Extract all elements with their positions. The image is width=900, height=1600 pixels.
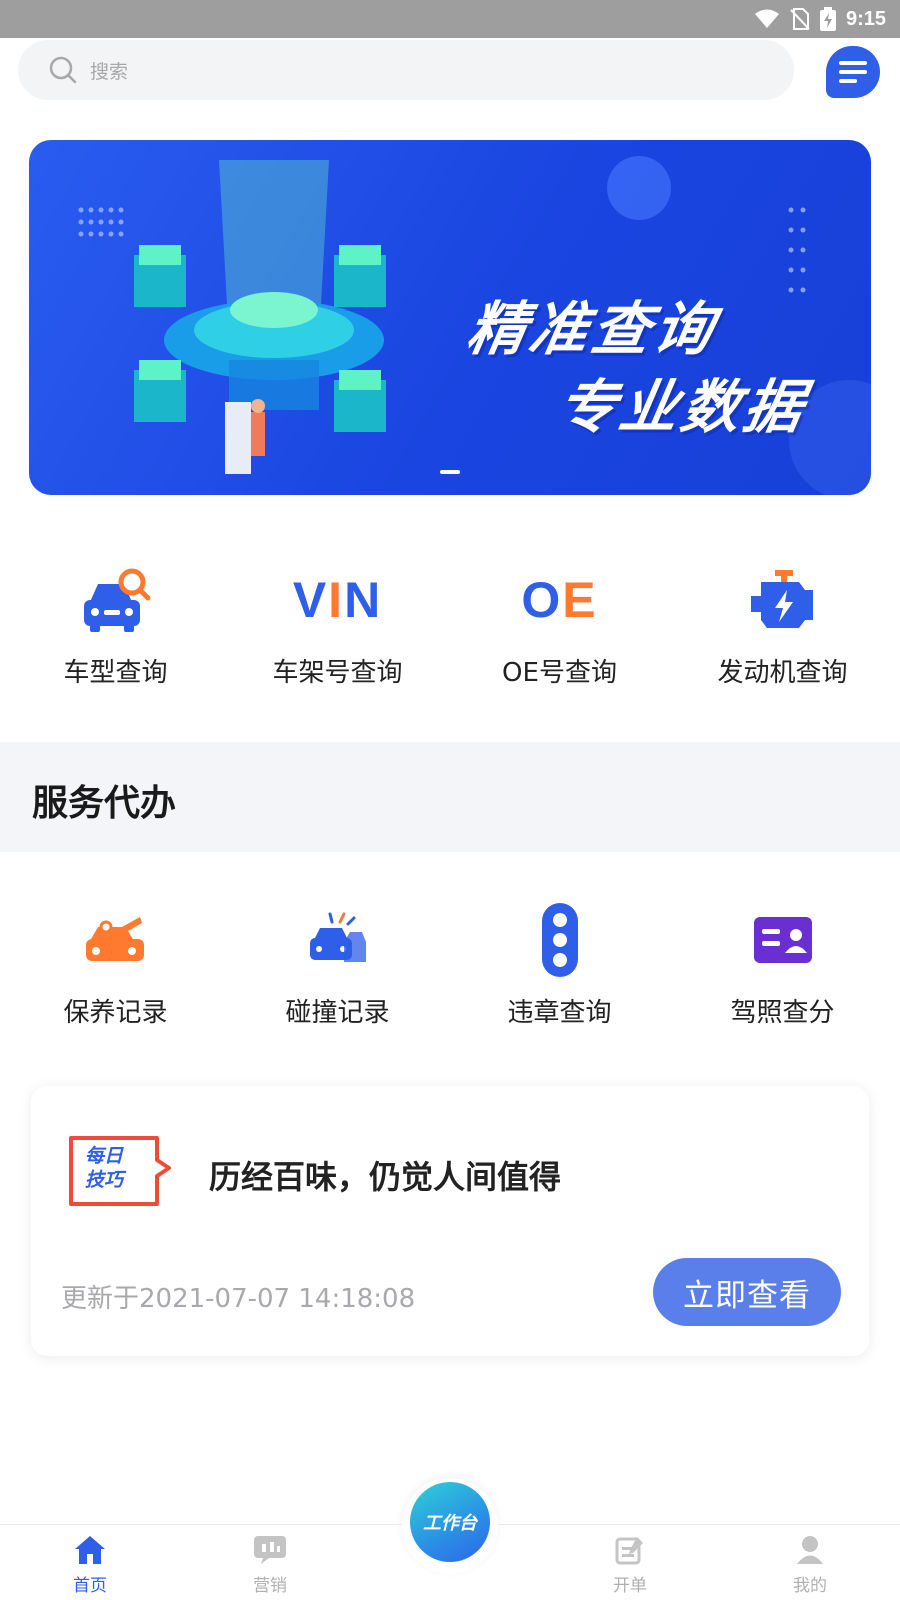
service-maintenance[interactable]: 保养记录 (3, 900, 228, 1029)
services-grid: 保养记录 碰撞记录 违章查询 驾照查分 (0, 900, 900, 1030)
car-search-icon (83, 568, 150, 632)
traffic-light-icon (541, 903, 578, 977)
search-row: 搜索 (0, 38, 900, 108)
daily-tip-updated: 更新于2021-07-07 14:18:08 (61, 1284, 416, 1314)
badge-line1: 每日 (85, 1145, 124, 1167)
wifi-icon (754, 9, 779, 28)
service-license-points[interactable]: 驾照查分 (670, 900, 895, 1029)
tab-label: 首页 (73, 1576, 107, 1596)
quick-label: 车型查询 (63, 658, 168, 688)
workbench-button-wrap: 工作台 (402, 1478, 498, 1574)
quick-vin[interactable]: VIN 车架号查询 (225, 560, 450, 689)
status-time: 9:15 (845, 7, 886, 30)
service-label: 保养记录 (63, 998, 168, 1028)
license-card-icon (753, 917, 812, 963)
quick-label: 发动机查询 (717, 658, 848, 688)
marketing-icon (254, 1536, 286, 1564)
tab-label: 开单 (613, 1576, 647, 1596)
badge-line2: 技巧 (85, 1169, 124, 1191)
tab-profile[interactable]: 我的 (770, 1531, 850, 1596)
carousel-indicator (440, 470, 460, 474)
create-order-icon (615, 1537, 643, 1565)
car-maintenance-icon (85, 917, 144, 961)
service-violations[interactable]: 违章查询 (447, 900, 672, 1029)
services-section-header: 服务代办 (0, 742, 900, 852)
quick-label: OE号查询 (502, 658, 617, 688)
quick-car-model[interactable]: 车型查询 (3, 560, 228, 689)
engine-icon (750, 570, 813, 628)
tab-create-order[interactable]: 开单 (590, 1531, 670, 1596)
banner-slogan-line2: 专业数据 (552, 375, 812, 440)
workbench-button[interactable]: 工作台 (410, 1482, 490, 1562)
vin-icon: VIN (292, 572, 383, 628)
services-title: 服务代办 (32, 783, 177, 824)
search-placeholder: 搜索 (90, 60, 129, 83)
oe-icon: OE (521, 572, 598, 628)
tab-marketing[interactable]: 营销 (230, 1531, 310, 1596)
banner-slogan-line1: 精准查询 (462, 297, 722, 362)
home-icon (75, 1536, 105, 1564)
daily-tip-title: 历经百味，仍觉人间值得 (209, 1158, 562, 1196)
tab-label: 营销 (253, 1576, 287, 1596)
view-now-button[interactable]: 立即查看 (653, 1258, 841, 1326)
menu-lines-icon (839, 61, 867, 83)
quick-engine[interactable]: 发动机查询 (670, 560, 895, 689)
tab-home[interactable]: 首页 (50, 1531, 130, 1596)
car-collision-icon (309, 912, 366, 962)
service-collision[interactable]: 碰撞记录 (225, 900, 450, 1029)
daily-tip-card: 每日 技巧 历经百味，仍觉人间值得 更新于2021-07-07 14:18:08… (31, 1086, 869, 1356)
promo-banner[interactable]: 精准查询 专业数据 (29, 140, 871, 495)
quick-actions: 车型查询 VIN 车架号查询 OE OE号查询 发动机查询 (0, 560, 900, 700)
quick-oe[interactable]: OE OE号查询 (447, 560, 672, 689)
quick-label: 车架号查询 (272, 658, 403, 688)
battery-charging-icon (819, 7, 836, 31)
tab-label: 我的 (793, 1576, 827, 1596)
daily-tip-badge: 每日 技巧 (67, 1134, 175, 1212)
no-sim-icon (790, 8, 810, 30)
menu-button[interactable] (826, 46, 880, 98)
search-input[interactable]: 搜索 (18, 40, 794, 100)
service-label: 违章查询 (507, 998, 612, 1028)
service-label: 碰撞记录 (285, 998, 390, 1028)
service-label: 驾照查分 (730, 998, 835, 1028)
profile-icon (797, 1536, 823, 1564)
status-bar: 9:15 (0, 0, 900, 38)
search-icon (49, 56, 77, 84)
